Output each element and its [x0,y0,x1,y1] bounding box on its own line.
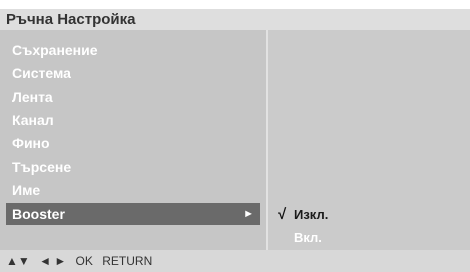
menu-item-search[interactable]: Търсене [6,156,260,178]
option-list: √ Изкл. Вкл. [268,30,470,250]
leftright-arrows-icon: ◄ ► [39,254,67,268]
key-help-bar: ▲▼ ◄ ► OK RETURN [0,250,470,272]
menu-item-band[interactable]: Лента [6,86,260,108]
menu-item-booster-label: Booster [12,206,65,222]
ok-key-label: OK [75,254,93,268]
menu-title: Ръчна Настройка [0,9,470,30]
menu-item-storage[interactable]: Съхранение [6,39,260,61]
menu-list: Съхранение Система Лента Канал Фино Търс… [0,30,266,250]
updown-arrows-icon: ▲▼ [6,254,30,268]
option-off-label: Изкл. [294,207,329,222]
return-key-label: RETURN [102,254,153,268]
option-on[interactable]: Вкл. [294,227,322,249]
option-off[interactable]: √ Изкл. [278,204,328,226]
menu-item-channel[interactable]: Канал [6,109,260,131]
check-icon: √ [278,206,287,223]
menu-item-system[interactable]: Система [6,62,260,84]
menu-item-booster[interactable]: Booster ► [6,203,260,225]
menu-item-fine[interactable]: Фино [6,132,260,154]
arrow-right-icon: ► [243,208,254,220]
menu-panel: Съхранение Система Лента Канал Фино Търс… [0,30,470,250]
menu-item-name[interactable]: Име [6,179,260,201]
option-on-label: Вкл. [294,230,322,245]
